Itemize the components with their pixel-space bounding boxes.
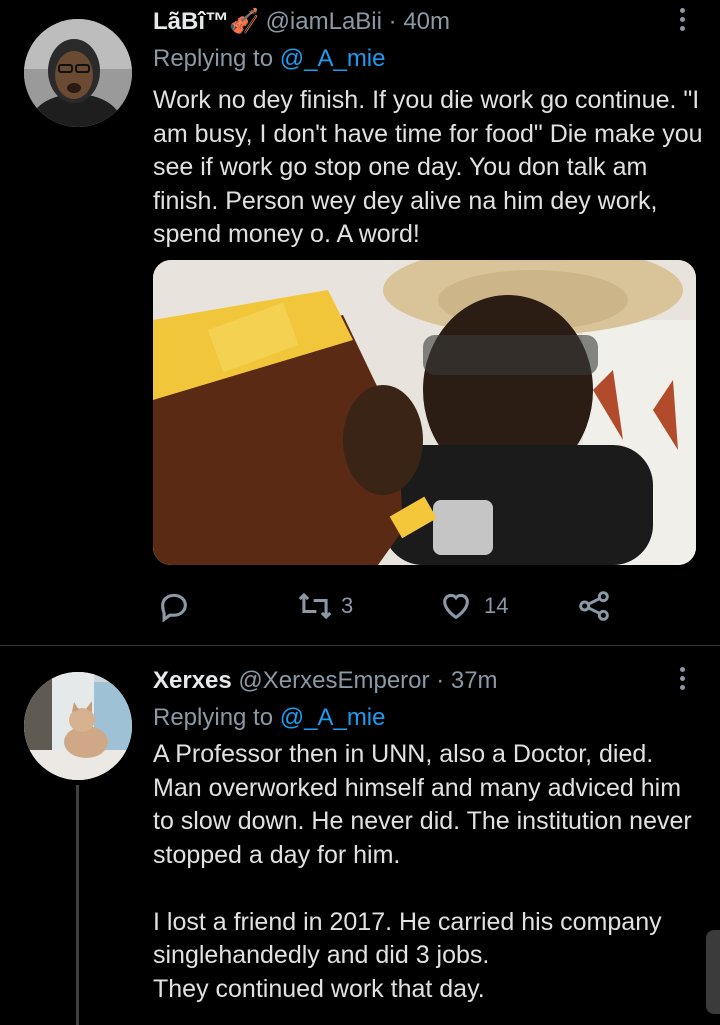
scrollbar-thumb[interactable] <box>706 930 720 1014</box>
timestamp[interactable]: 37m <box>451 667 498 694</box>
tweet-photo[interactable] <box>153 260 696 565</box>
separator-dot: · <box>436 667 445 694</box>
like-count: 14 <box>484 593 509 618</box>
avatar-labii-image <box>24 19 132 127</box>
timestamp[interactable]: 40m <box>403 8 450 35</box>
heart-icon <box>443 593 469 620</box>
replying-to: Replying to @_A_mie <box>153 703 386 733</box>
more-options-icon[interactable] <box>680 8 688 35</box>
retweet-count: 3 <box>341 593 354 618</box>
mention-link[interactable]: @_A_mie <box>280 45 386 72</box>
replying-to: Replying to @_A_mie <box>153 44 386 74</box>
tweet-header: Xerxes @XerxesEmperor · 37m <box>153 666 498 696</box>
user-handle[interactable]: @XerxesEmperor <box>238 667 429 694</box>
tweet-text: Work no dey finish. If you die work go c… <box>153 86 710 248</box>
tweet-divider <box>0 645 720 646</box>
user-handle[interactable]: @iamLaBii <box>266 8 382 35</box>
avatar-labii[interactable] <box>24 19 132 127</box>
like-button[interactable]: 14 <box>438 586 508 626</box>
tweet-text: A Professor then in UNN, also a Doctor, … <box>153 740 692 1003</box>
replying-prefix: Replying to <box>153 704 274 731</box>
share-button[interactable] <box>578 586 610 626</box>
display-name[interactable]: LãBî™🎻 <box>153 8 259 35</box>
tweet-header: LãBî™🎻 @iamLaBii · 40m <box>153 7 450 37</box>
thread-line <box>76 785 79 1025</box>
reply-icon <box>161 593 187 623</box>
avatar-xerxes[interactable] <box>24 672 132 780</box>
retweet-button[interactable]: 3 <box>297 586 353 626</box>
retweet-icon <box>298 592 332 620</box>
tweet-xerxes[interactable]: Xerxes @XerxesEmperor · 37m Replying to … <box>0 647 720 1025</box>
mention-link[interactable]: @_A_mie <box>280 704 386 731</box>
avatar-xerxes-image <box>24 672 132 780</box>
tweet-labii[interactable]: LãBî™🎻 @iamLaBii · 40m Replying to @_A_m… <box>0 0 720 646</box>
photo-icon <box>153 260 696 565</box>
reply-button[interactable] <box>157 586 191 626</box>
more-options-icon[interactable] <box>680 667 688 694</box>
replying-prefix: Replying to <box>153 45 274 72</box>
share-icon <box>579 591 609 621</box>
display-name[interactable]: Xerxes <box>153 667 232 694</box>
separator-dot: · <box>388 8 397 35</box>
action-bar: 3 14 <box>153 586 623 626</box>
